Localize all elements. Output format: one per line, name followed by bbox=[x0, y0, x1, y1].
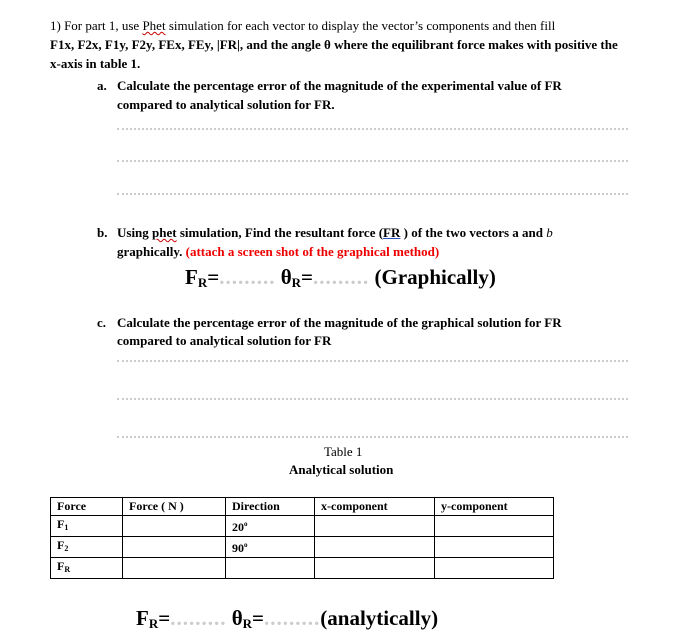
table-header-row: Force Force ( N ) Direction x-component … bbox=[50, 497, 554, 516]
header-y-component: y-component bbox=[434, 497, 554, 516]
cell[interactable] bbox=[314, 536, 435, 558]
cell[interactable] bbox=[225, 557, 315, 579]
part-a-line-1: Calculate the percentage error of the ma… bbox=[117, 78, 562, 93]
table-subtitle: Analytical solution bbox=[289, 462, 394, 477]
part-b-line-2: graphically. (attach a screen shot of th… bbox=[117, 244, 440, 259]
question-1-line-2: F1x, F2x, F1y, F2y, FEx, FEy, |FR|, and … bbox=[50, 37, 618, 52]
question-1-line-1: 1) For part 1, use Phet simulation for e… bbox=[50, 18, 556, 33]
part-c-line-2: compared to analytical solution for FR bbox=[117, 333, 332, 348]
part-b-marker: b. bbox=[97, 225, 108, 240]
part-c-line-1: Calculate the percentage error of the ma… bbox=[117, 315, 562, 330]
header-x-component: x-component bbox=[314, 497, 435, 516]
header-direction: Direction bbox=[225, 497, 315, 516]
graphical-result: FR=......... θR=......... (Graphically) bbox=[185, 265, 496, 290]
cell[interactable] bbox=[122, 515, 226, 537]
cell[interactable] bbox=[434, 515, 554, 537]
table-row: F1 20o bbox=[50, 515, 554, 537]
analytical-table: Force Force ( N ) Direction x-component … bbox=[50, 497, 554, 579]
answer-line bbox=[117, 436, 628, 438]
cell[interactable] bbox=[434, 557, 554, 579]
answer-line bbox=[117, 128, 628, 130]
table-caption: Table 1 bbox=[324, 444, 363, 459]
document-page: 1) For part 1, use Phet simulation for e… bbox=[0, 0, 693, 641]
answer-line bbox=[117, 193, 628, 195]
header-force-n: Force ( N ) bbox=[122, 497, 226, 516]
cell[interactable] bbox=[122, 557, 226, 579]
answer-line bbox=[117, 360, 628, 362]
analytical-result: FR=......... θR=.........(analytically) bbox=[136, 606, 439, 631]
part-a-line-2: compared to analytical solution for FR. bbox=[117, 97, 335, 112]
answer-line bbox=[117, 398, 628, 400]
attach-screenshot-note: (attach a screen shot of the graphical m… bbox=[185, 244, 440, 259]
header-force: Force bbox=[50, 497, 123, 516]
question-1-line-3: x-axis in table 1. bbox=[50, 56, 141, 71]
table-row: F2 90o bbox=[50, 536, 554, 558]
part-b-line-1: Using phet simulation, Find the resultan… bbox=[117, 225, 553, 240]
cell[interactable] bbox=[314, 557, 435, 579]
table-row: FR bbox=[50, 557, 554, 579]
part-a-marker: a. bbox=[97, 78, 107, 93]
cell[interactable] bbox=[434, 536, 554, 558]
part-c-marker: c. bbox=[97, 315, 107, 330]
answer-line bbox=[117, 160, 628, 162]
cell[interactable] bbox=[314, 515, 435, 537]
cell[interactable] bbox=[122, 536, 226, 558]
